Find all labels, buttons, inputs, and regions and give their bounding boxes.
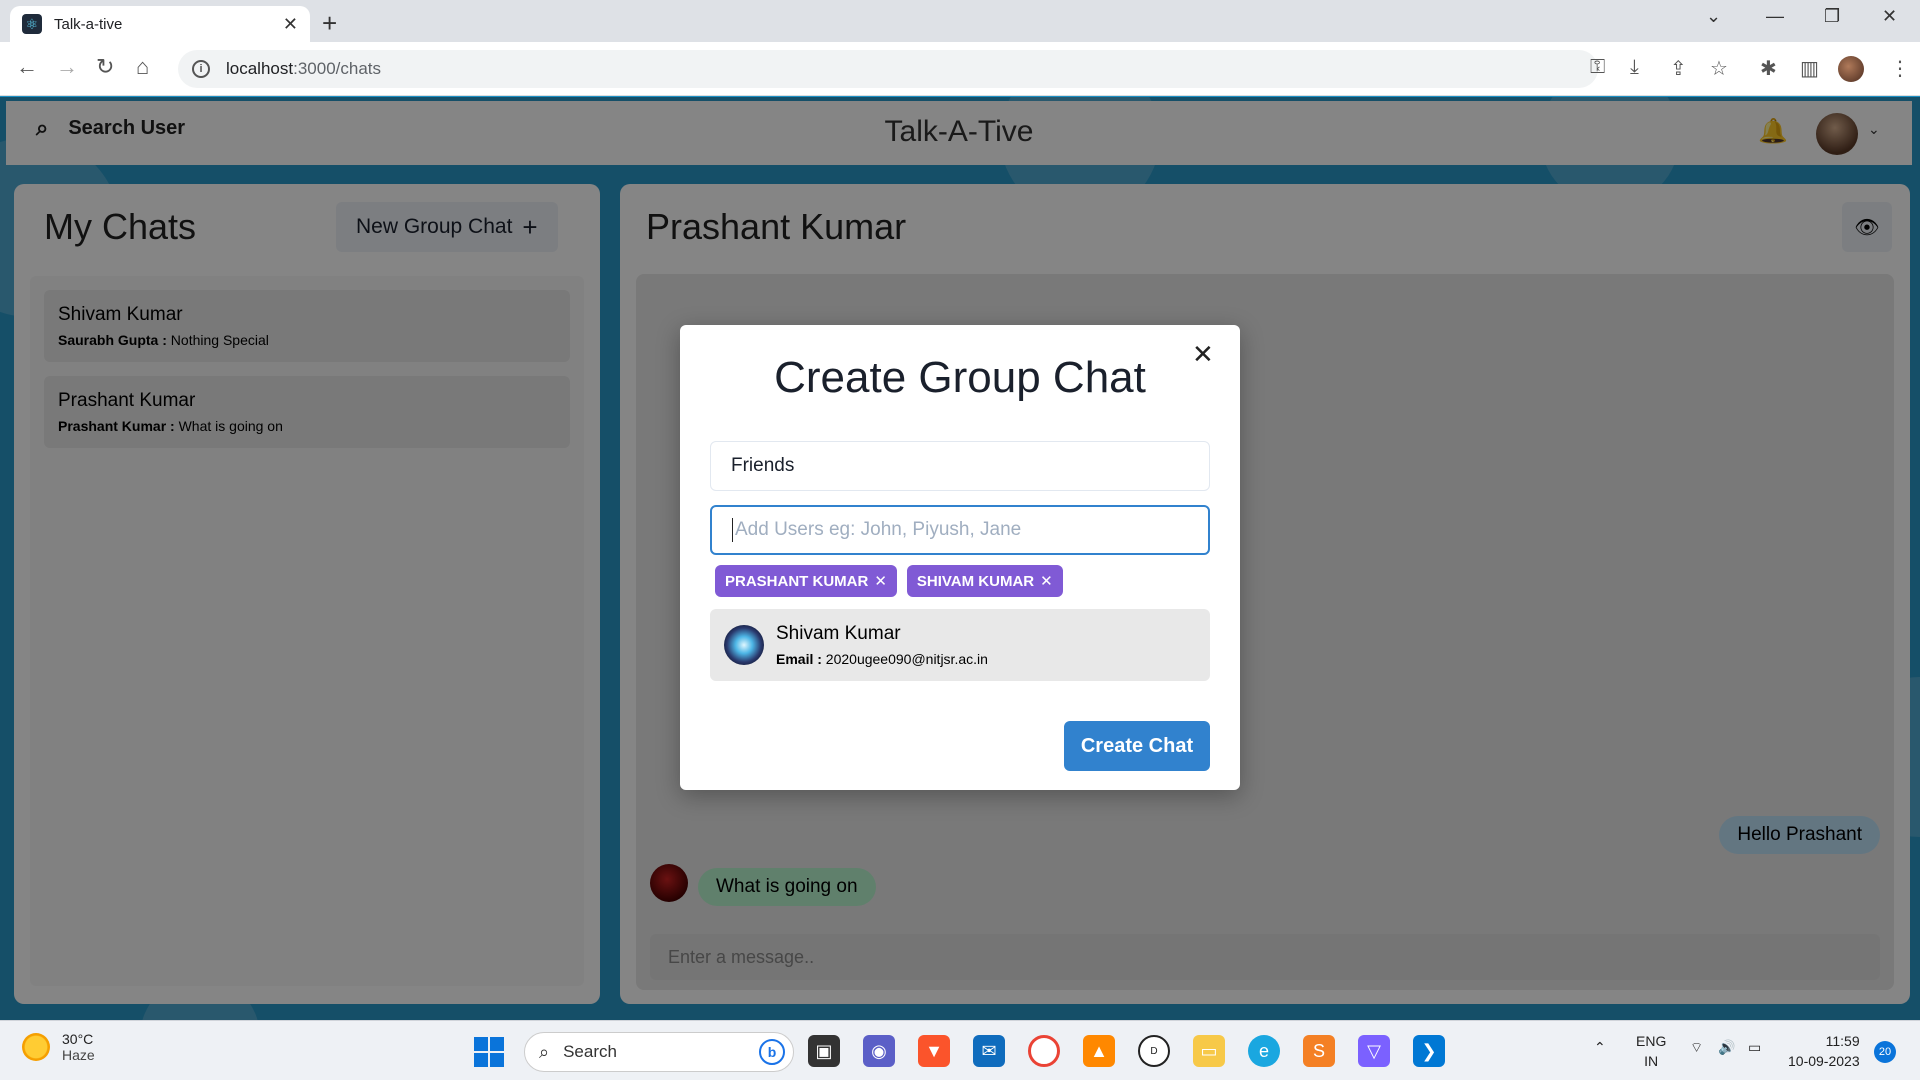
teams-chat-icon[interactable]: ◉	[863, 1035, 895, 1067]
selected-users: PRASHANT KUMAR ✕ SHIVAM KUMAR ✕	[715, 565, 1073, 597]
chrome-icon[interactable]	[1028, 1035, 1060, 1067]
notification-badge[interactable]: 20	[1874, 1041, 1896, 1063]
browser-toolbar: ← → ↻ ⌂ i localhost:3000/chats ⚿ ⤓ ⇪ ☆ ✱…	[0, 42, 1920, 96]
window-close-icon[interactable]: ✕	[1882, 6, 1897, 27]
vpn-icon[interactable]: ▽	[1358, 1035, 1390, 1067]
key-icon[interactable]: ⚿	[1590, 56, 1605, 79]
taskbar-search[interactable]: ⌕ Search b	[524, 1032, 794, 1072]
result-name: Shivam Kumar	[776, 623, 901, 644]
clock-date: 10-09-2023	[1788, 1053, 1860, 1069]
restore-icon[interactable]: ❐	[1824, 6, 1840, 27]
sublime-text-icon[interactable]: S	[1303, 1035, 1335, 1067]
clock-time: 11:59	[1825, 1033, 1860, 1049]
bookmark-star-icon[interactable]: ☆	[1710, 56, 1728, 81]
remove-user-icon[interactable]: ✕	[874, 572, 887, 590]
clock[interactable]: 11:59 10-09-2023	[1788, 1031, 1860, 1071]
close-tab-icon[interactable]: ✕	[283, 14, 298, 35]
back-icon[interactable]: ←	[16, 54, 38, 80]
user-badge-label: SHIVAM KUMAR	[916, 572, 1035, 590]
add-users-placeholder: Add Users eg: John, Piyush, Jane	[735, 519, 1022, 540]
browser-menu-icon[interactable]: ⋮	[1890, 56, 1910, 81]
remove-user-icon[interactable]: ✕	[1040, 572, 1053, 590]
create-group-chat-modal: Create Group Chat ✕ Friends Add Users eg…	[680, 325, 1240, 790]
extensions-icon[interactable]: ✱	[1760, 56, 1777, 81]
create-chat-button[interactable]: Create Chat	[1064, 721, 1210, 771]
sun-icon	[22, 1033, 50, 1061]
file-explorer-icon[interactable]: ▭	[1193, 1035, 1225, 1067]
weather-condition: Haze	[62, 1047, 95, 1063]
url-text: localhost:3000/chats	[226, 59, 382, 78]
browser-tab[interactable]: ⚛ Talk-a-tive ✕	[10, 6, 310, 42]
home-icon[interactable]: ⌂	[136, 54, 149, 80]
address-bar[interactable]: i localhost:3000/chats	[178, 50, 1598, 88]
dell-icon[interactable]: D	[1138, 1035, 1170, 1067]
tab-title: Talk-a-tive	[54, 15, 123, 33]
wifi-icon[interactable]: ⌔	[1690, 1039, 1703, 1057]
task-view-icon[interactable]: ▣	[808, 1035, 840, 1067]
forward-icon[interactable]: →	[56, 54, 78, 80]
app-area: ⌕ Search User Talk-A-Tive 🔔 ⌄ My Chats N…	[0, 97, 1920, 1020]
text-caret	[732, 518, 733, 542]
vlc-icon[interactable]: ▲	[1083, 1035, 1115, 1067]
tray-chevron-up-icon[interactable]: ⌃	[1594, 1039, 1606, 1056]
weather-widget[interactable]: 30°C Haze	[22, 1031, 95, 1063]
vscode-icon[interactable]: ❯	[1413, 1035, 1445, 1067]
add-users-input[interactable]: Add Users eg: John, Piyush, Jane	[710, 505, 1210, 555]
close-icon[interactable]: ✕	[1192, 339, 1214, 370]
group-name-input[interactable]: Friends	[710, 441, 1210, 491]
share-icon[interactable]: ⇪	[1670, 56, 1687, 81]
battery-icon[interactable]: ▭	[1748, 1039, 1761, 1056]
result-avatar	[724, 625, 764, 665]
user-search-result[interactable]: Shivam Kumar Email : 2020ugee090@nitjsr.…	[710, 609, 1210, 681]
language-indicator[interactable]: ENG IN	[1636, 1031, 1666, 1071]
side-panel-icon[interactable]: ▥	[1800, 56, 1819, 81]
browser-tabstrip: ⚛ Talk-a-tive ✕ + ⌄ — ❐ ✕	[0, 0, 1920, 42]
minimize-icon[interactable]: —	[1766, 6, 1784, 27]
install-icon[interactable]: ⤓	[1630, 56, 1639, 79]
volume-icon[interactable]: 🔊	[1718, 1039, 1735, 1056]
site-info-icon[interactable]: i	[192, 60, 210, 78]
bing-icon[interactable]: b	[759, 1039, 785, 1065]
taskbar-search-label: Search	[563, 1042, 617, 1061]
brave-icon[interactable]: ▼	[918, 1035, 950, 1067]
user-badge[interactable]: PRASHANT KUMAR ✕	[715, 565, 897, 597]
edge-icon[interactable]: e	[1248, 1035, 1280, 1067]
mail-icon[interactable]: ✉	[973, 1035, 1005, 1067]
reload-icon[interactable]: ↻	[96, 54, 114, 80]
tab-search-chevron-icon[interactable]: ⌄	[1706, 6, 1721, 27]
user-badge[interactable]: SHIVAM KUMAR ✕	[906, 565, 1063, 597]
windows-start-icon[interactable]	[474, 1037, 504, 1067]
browser-profile-avatar[interactable]	[1838, 56, 1864, 82]
new-tab-icon[interactable]: +	[322, 8, 337, 39]
result-email: Email : 2020ugee090@nitjsr.ac.in	[776, 651, 988, 667]
user-badge-label: PRASHANT KUMAR	[725, 572, 869, 590]
search-icon: ⌕	[539, 1041, 550, 1062]
windows-taskbar: 30°C Haze ⌕ Search b ▣ ◉ ▼ ✉ ▲ D ▭ e S ▽…	[0, 1020, 1920, 1080]
react-favicon-icon: ⚛	[22, 14, 42, 34]
modal-title: Create Group Chat	[774, 353, 1146, 402]
temperature: 30°C	[62, 1031, 94, 1047]
